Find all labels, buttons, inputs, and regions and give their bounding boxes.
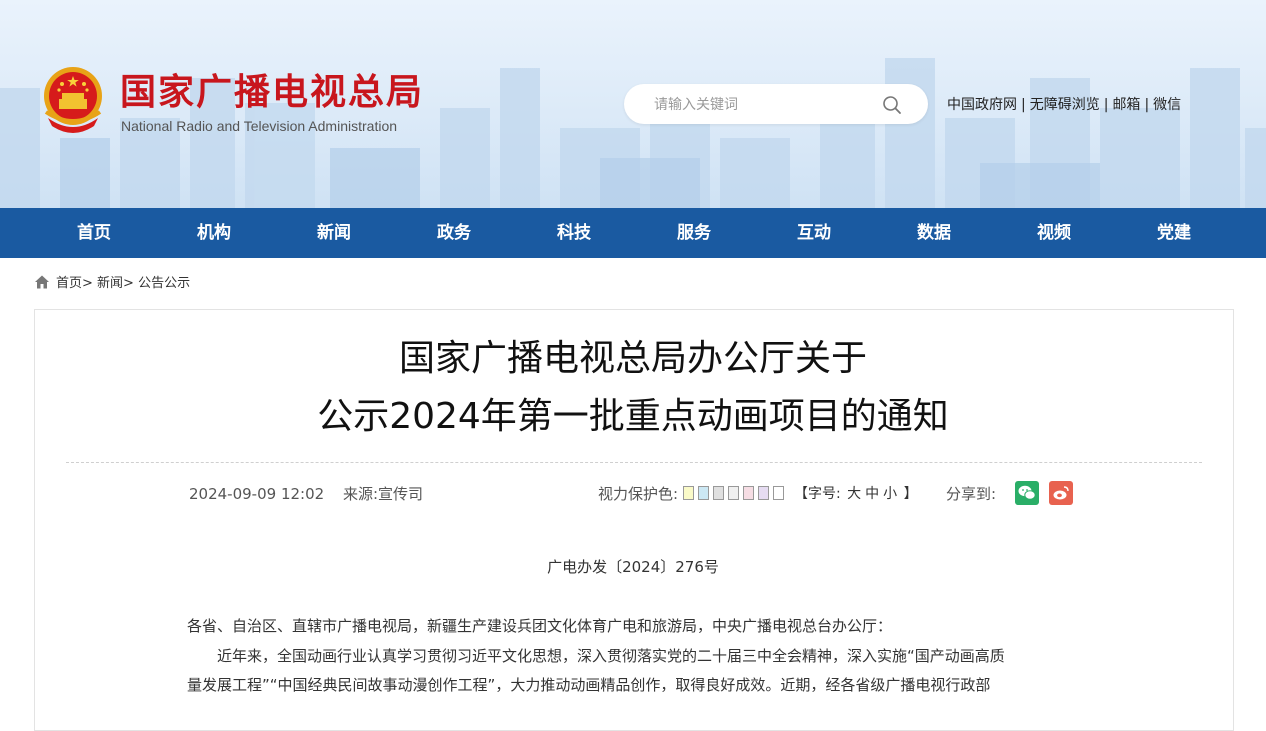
- nav-item-government-affairs[interactable]: 政务: [394, 208, 514, 258]
- eye-care-swatch-pink[interactable]: [742, 486, 754, 500]
- article-title: 国家广播电视总局办公厅关于 公示2024年第一批重点动画项目的通知: [0, 330, 1266, 446]
- share-label: 分享到:: [946, 485, 997, 503]
- breadcrumb: 首页> 新闻> 公告公示: [34, 274, 190, 294]
- nav-item-data[interactable]: 数据: [874, 208, 994, 258]
- link-separator: |: [1021, 97, 1026, 113]
- link-wechat[interactable]: 微信: [1153, 97, 1181, 113]
- home-icon[interactable]: [34, 274, 50, 290]
- nav-item-technology[interactable]: 科技: [514, 208, 634, 258]
- search-icon[interactable]: [882, 95, 902, 115]
- link-gov-portal[interactable]: 中国政府网: [947, 97, 1017, 113]
- eye-care-swatch-gray[interactable]: [712, 486, 724, 500]
- recipients-paragraph: 各省、自治区、直辖市广播电视局，新疆生产建设兵团文化体育广电和旅游局，中央广播电…: [187, 617, 893, 635]
- eye-care-swatch-white[interactable]: [772, 486, 784, 500]
- site-subtitle: National Radio and Television Administra…: [121, 118, 398, 134]
- font-size-small[interactable]: 小: [883, 486, 897, 502]
- link-mailbox[interactable]: 邮箱: [1112, 97, 1140, 113]
- eye-care-swatch-light-gray[interactable]: [727, 486, 739, 500]
- nav-item-news[interactable]: 新闻: [274, 208, 394, 258]
- nav-item-interaction[interactable]: 互动: [754, 208, 874, 258]
- nav-item-video[interactable]: 视频: [994, 208, 1114, 258]
- article-title-line-1: 国家广播电视总局办公厅关于: [398, 338, 867, 379]
- eye-care-swatch-purple[interactable]: [757, 486, 769, 500]
- main-nav: 首页 机构 新闻 政务 科技 服务 互动 数据 视频 党建: [0, 208, 1266, 258]
- breadcrumb-news[interactable]: 新闻>: [97, 276, 134, 291]
- search-input[interactable]: [652, 93, 876, 117]
- font-size-large[interactable]: 大: [847, 486, 861, 502]
- link-accessibility[interactable]: 无障碍浏览: [1030, 97, 1100, 113]
- breadcrumb-announcements[interactable]: 公告公示: [138, 276, 190, 291]
- eye-care-swatch-yellow[interactable]: [682, 486, 694, 500]
- national-emblem-logo: [44, 67, 102, 133]
- nav-item-services[interactable]: 服务: [634, 208, 754, 258]
- font-size-control: 【字号: 大中小 】: [794, 483, 918, 503]
- site-title[interactable]: 国家广播电视总局: [120, 70, 424, 116]
- source-label: 来源:: [342, 485, 379, 503]
- font-size-close: 】: [903, 486, 918, 502]
- nav-item-party-building[interactable]: 党建: [1114, 208, 1234, 258]
- eye-care-swatch-blue[interactable]: [697, 486, 709, 500]
- article-meta: 2024-09-09 12:02 来源:宣传司: [189, 483, 423, 504]
- site-header: 国家广播电视总局 National Radio and Television A…: [0, 0, 1266, 208]
- font-size-open: 【字号:: [794, 486, 841, 502]
- weibo-share-icon[interactable]: [1049, 481, 1073, 505]
- publish-date: 2024-09-09 12:02: [189, 485, 325, 503]
- link-separator: |: [1103, 97, 1109, 113]
- eye-care-colors: 视力保护色:: [598, 483, 788, 504]
- body-line-1: 近年来，全国动画行业认真学习贯彻习近平文化思想，深入贯彻落实党的二十届三中全会精…: [217, 647, 1005, 665]
- document-number: 广电办发〔2024〕276号: [547, 558, 719, 576]
- wechat-share-icon[interactable]: [1015, 481, 1039, 505]
- source-value: 宣传司: [378, 485, 424, 503]
- title-divider: [66, 462, 1202, 463]
- link-separator: |: [1144, 97, 1150, 113]
- nav-item-organization[interactable]: 机构: [154, 208, 274, 258]
- body-line-2: 量发展工程”“中国经典民间故事动漫创作工程”，大力推动动画精品创作，取得良好成效…: [187, 676, 991, 694]
- search-box: [624, 84, 928, 124]
- breadcrumb-home[interactable]: 首页>: [56, 276, 93, 291]
- font-size-medium[interactable]: 中: [865, 486, 879, 502]
- eye-care-label: 视力保护色:: [598, 485, 679, 503]
- top-links: 中国政府网 | 无障碍浏览 | 邮箱 | 微信: [947, 94, 1181, 114]
- nav-item-home[interactable]: 首页: [34, 208, 154, 258]
- article-title-line-2: 公示2024年第一批重点动画项目的通知: [317, 396, 949, 437]
